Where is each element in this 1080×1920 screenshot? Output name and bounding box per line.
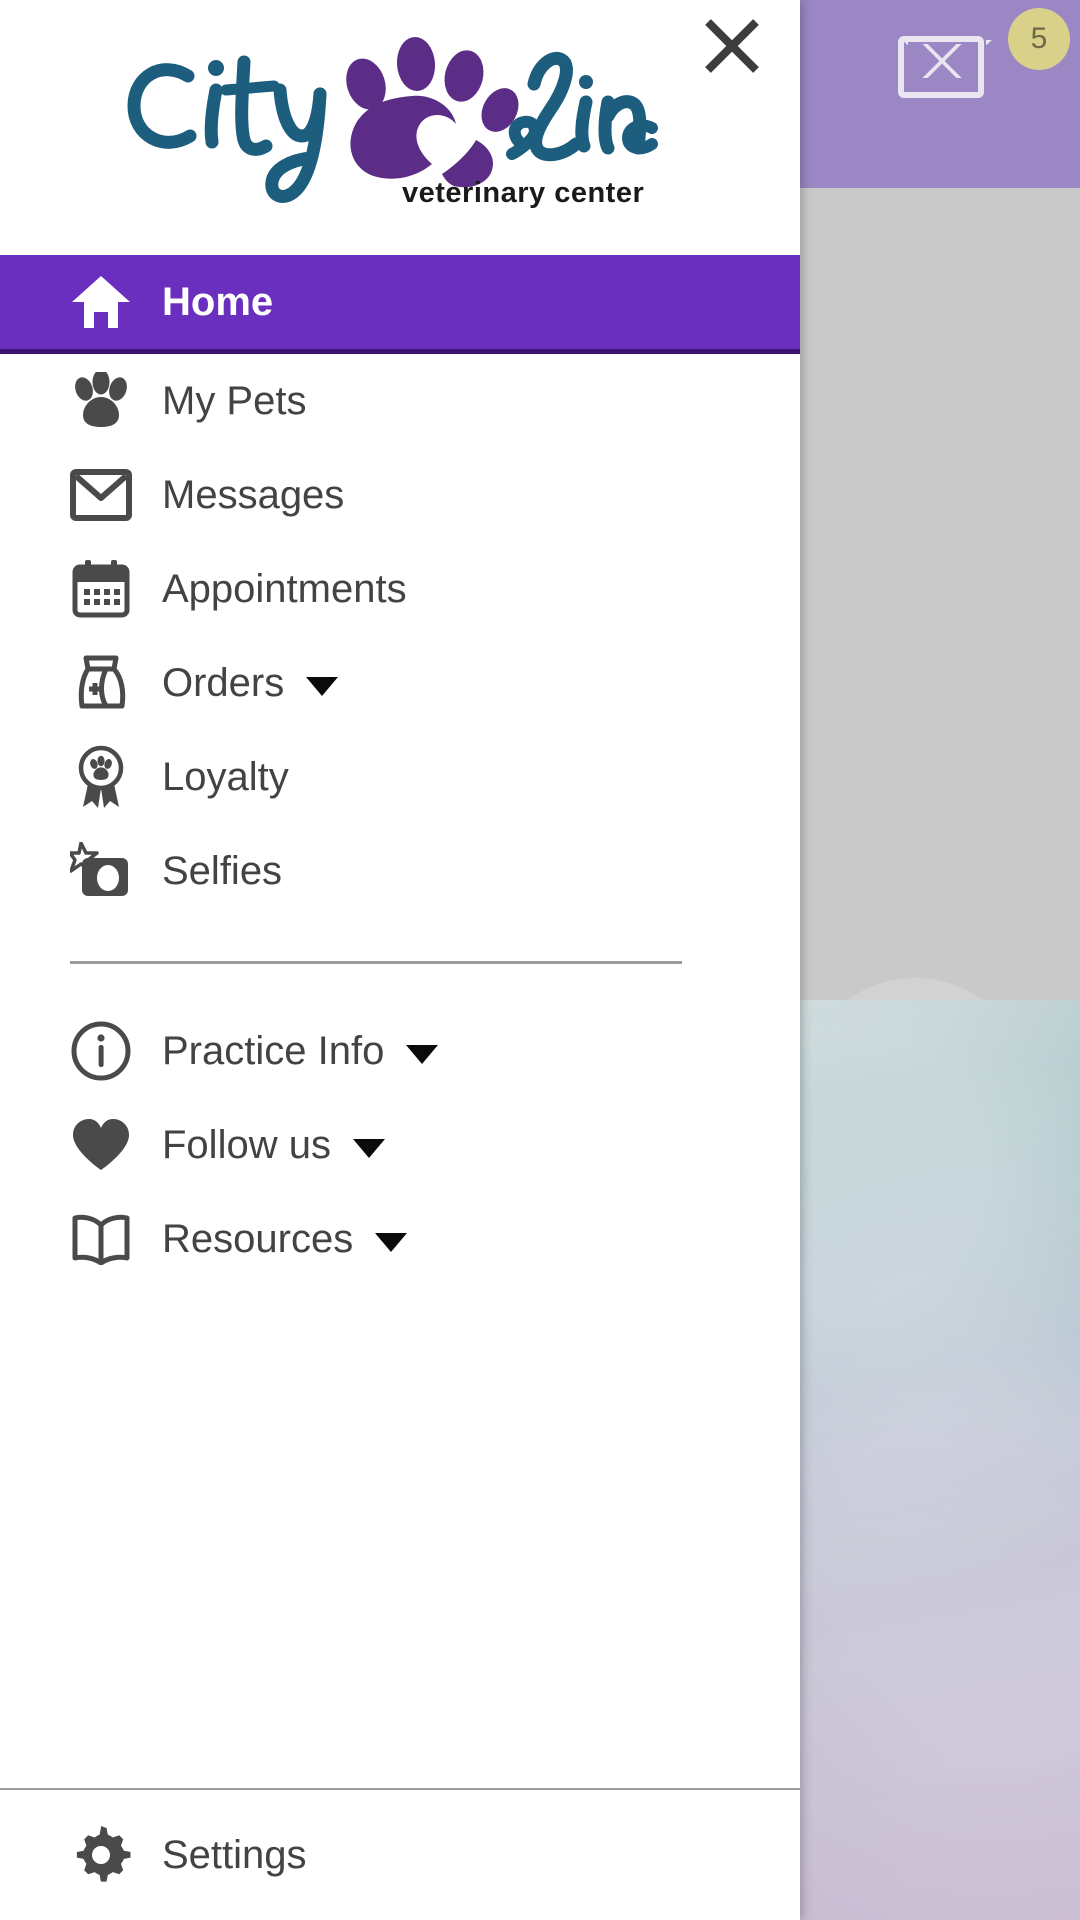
brand-subtitle: veterinary center <box>402 177 644 209</box>
brand-logo-artwork: veterinary center <box>127 37 658 209</box>
sidebar-item-messages[interactable]: Messages <box>0 448 800 542</box>
sidebar-item-label: Appointments <box>162 567 407 611</box>
chevron-down-icon[interactable] <box>406 1044 439 1064</box>
sidebar-item-label: Resources <box>162 1217 354 1261</box>
sidebar-item-label: Orders <box>162 661 285 705</box>
calendar-icon <box>70 559 162 619</box>
brand-logo: veterinary center <box>0 0 800 255</box>
sidebar-item-label: Loyalty <box>162 755 289 799</box>
info-circle-icon <box>70 1020 162 1082</box>
chevron-down-icon[interactable] <box>306 676 339 696</box>
paw-icon <box>70 372 162 430</box>
chevron-down-icon[interactable] <box>352 1138 385 1158</box>
sidebar-item-appointments[interactable]: Appointments <box>0 542 800 636</box>
sidebar-item-label: My Pets <box>162 379 307 423</box>
sidebar-item-resources[interactable]: Resources <box>0 1192 800 1286</box>
sidebar-item-practice-info[interactable]: Practice Info <box>0 1004 800 1098</box>
gear-icon <box>70 1824 162 1886</box>
sidebar-item-follow-us[interactable]: Follow us <box>0 1098 800 1192</box>
sidebar-item-label: Practice Info <box>162 1029 385 1073</box>
sidebar-item-label: Messages <box>162 473 345 517</box>
envelope-flap-icon <box>906 44 976 78</box>
navigation-drawer: veterinary center Home My Pets Messages … <box>0 0 800 1920</box>
sidebar-item-label: Follow us <box>162 1123 331 1167</box>
heart-icon <box>70 1117 162 1173</box>
sidebar-item-home[interactable]: Home <box>0 255 800 354</box>
nav-section-divider <box>70 961 682 964</box>
envelope-icon[interactable] <box>898 36 984 98</box>
sidebar-item-label: Selfies <box>162 849 283 893</box>
sidebar-item-loyalty[interactable]: Loyalty <box>0 730 800 824</box>
drawer-header: veterinary center <box>0 0 800 255</box>
camera-star-icon <box>70 842 162 900</box>
sidebar-item-my-pets[interactable]: My Pets <box>0 354 800 448</box>
book-icon <box>70 1213 162 1265</box>
chevron-down-icon[interactable] <box>375 1232 408 1252</box>
unread-count-badge: 5 <box>1008 8 1070 70</box>
drawer-nav: Home My Pets Messages Appointments Order… <box>0 255 800 1788</box>
app-screen: 5 veterinary center Home My Pets Message… <box>0 0 1080 1920</box>
food-bag-icon <box>70 652 162 714</box>
sidebar-item-orders[interactable]: Orders <box>0 636 800 730</box>
home-icon <box>70 274 162 330</box>
close-icon[interactable] <box>700 14 764 78</box>
sidebar-item-settings[interactable]: Settings <box>0 1790 800 1920</box>
award-paw-icon <box>70 744 162 810</box>
sidebar-item-label: Home <box>162 280 274 324</box>
sidebar-item-selfies[interactable]: Selfies <box>0 824 800 918</box>
sidebar-item-label: Settings <box>162 1833 307 1877</box>
envelope-icon <box>70 469 162 521</box>
